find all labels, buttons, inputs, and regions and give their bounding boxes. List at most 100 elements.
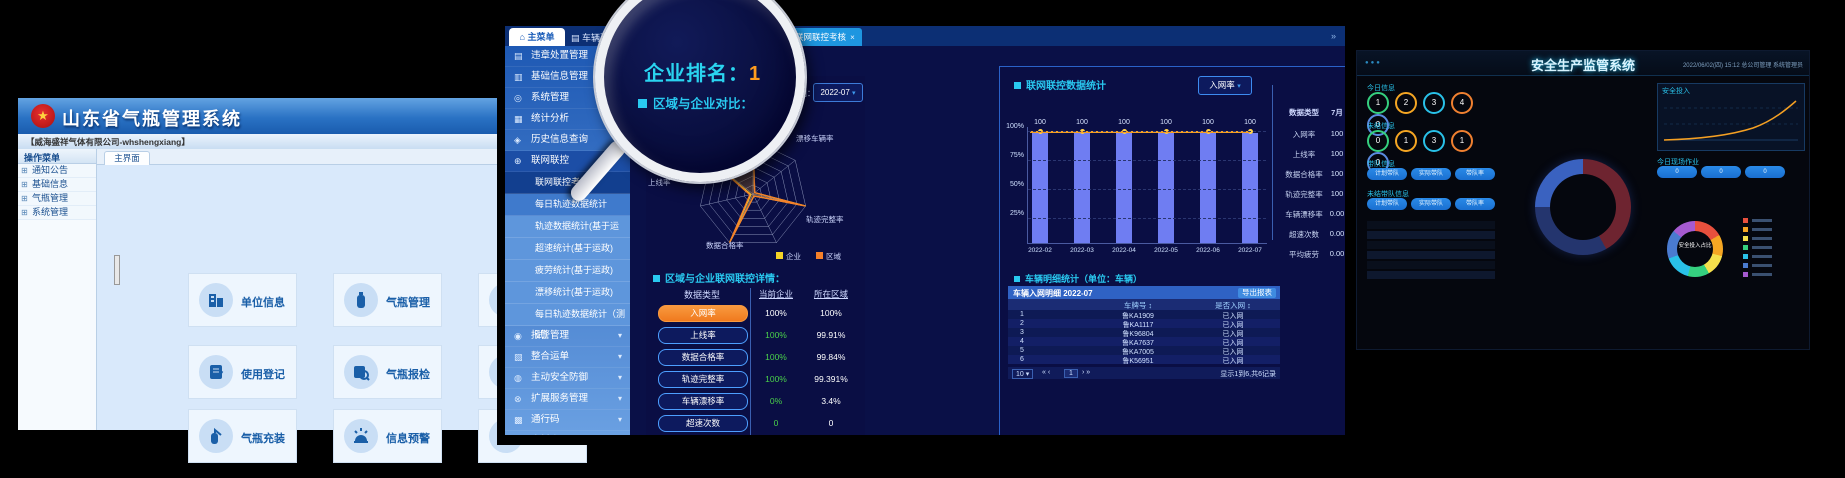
card-register[interactable]: 使用登记 xyxy=(188,345,297,399)
metric-button-数据合格率[interactable]: 数据合格率 xyxy=(658,349,748,366)
chevron-down-icon[interactable]: ▾ xyxy=(618,410,622,430)
bar-value-label: 100 xyxy=(1154,119,1178,126)
card-cylinder[interactable]: 气瓶管理 xyxy=(333,273,442,327)
sidebar-item-通行码[interactable]: ▩通行码▾ xyxy=(505,410,630,431)
pill-button[interactable]: 0 xyxy=(1745,166,1785,178)
pill-button[interactable]: 实际带队 xyxy=(1411,198,1451,210)
row-index: 1 xyxy=(1012,311,1032,318)
detail-col-region: 所在区域 xyxy=(800,288,862,300)
chevron-down-icon[interactable]: ▾ xyxy=(618,347,622,367)
detail-region-value: 3.4% xyxy=(800,396,862,406)
sidebar-subitem-超速统计(基于运政)[interactable]: 超速统计(基于运政) xyxy=(505,238,630,260)
export-button[interactable]: 导出报表 xyxy=(1238,288,1276,298)
metric-button-车辆漂移率[interactable]: 车辆漂移率 xyxy=(658,393,748,410)
invest-ratio-donut: 安全投入占比 xyxy=(1667,221,1723,277)
card-label: 使用登记 xyxy=(241,366,285,382)
bar-value-label: 100 xyxy=(1238,119,1262,126)
lead-pills: 计划带队实际带队带队率 xyxy=(1367,168,1507,181)
table-row[interactable]: 4鲁KA7637已入网 xyxy=(1008,337,1280,346)
menu-header: 操作菜单 xyxy=(18,149,96,164)
pill-button[interactable]: 带队率 xyxy=(1455,198,1495,210)
tab-main[interactable]: 主界面 xyxy=(104,151,150,165)
metric-dropdown[interactable]: 入网率 ▾ xyxy=(1198,76,1252,95)
sidebar-subitem-联网联控考核[interactable]: 联网联控考核 xyxy=(505,172,630,194)
sidebar-menu-item[interactable]: ⊞气瓶管理 xyxy=(18,192,96,206)
sidebar-subitem-漂移统计(基于运政)[interactable]: 漂移统计(基于运政) xyxy=(505,282,630,304)
metric-button-超速次数[interactable]: 超速次数 xyxy=(658,415,748,432)
expand-plus-icon[interactable]: ⊞ xyxy=(21,178,28,191)
pill-button[interactable]: 计划带队 xyxy=(1367,168,1407,180)
page-size-select[interactable]: 10 ▾ xyxy=(1012,369,1033,379)
detail-col-company: 当前企业 xyxy=(754,288,798,300)
card-alert[interactable]: 信息预警 xyxy=(333,409,442,463)
ring-gauge: 4 xyxy=(1451,92,1473,114)
sidebar-menu-item[interactable]: ⊞基础信息 xyxy=(18,178,96,192)
pill-button[interactable]: 带队率 xyxy=(1455,168,1495,180)
table-row[interactable]: 3鲁K96804已入网 xyxy=(1008,328,1280,337)
query-date-dropdown[interactable]: 2022-07 ▾ xyxy=(813,83,863,102)
metric-button-入网率[interactable]: 入网率 xyxy=(658,305,748,322)
legend-bar xyxy=(1752,264,1772,267)
pager-prev-icons[interactable]: « ‹ xyxy=(1042,369,1050,376)
month-cell: 100 xyxy=(1317,169,1345,178)
sidebar-menu-item[interactable]: ⊞通知公告 xyxy=(18,164,96,178)
sidebar-item-整合运单[interactable]: ▧整合运单▾ xyxy=(505,347,630,368)
pill-button[interactable]: 0 xyxy=(1701,166,1741,178)
legend-company-label: 企业 xyxy=(786,251,801,262)
detail-region-value: 99.91% xyxy=(800,330,862,340)
cylinder-icon xyxy=(344,283,378,317)
card-inspect[interactable]: 气瓶报检 xyxy=(333,345,442,399)
chevron-down-icon[interactable]: ▾ xyxy=(618,326,622,346)
chevron-down-icon[interactable]: ▾ xyxy=(618,389,622,409)
card-filling[interactable]: 气瓶充装 xyxy=(188,409,297,463)
stats-panel: 联网联控数据统计 入网率 ▾ 1002022-021002022-0310020… xyxy=(999,66,1345,435)
bar-value-label: 100 xyxy=(1112,119,1136,126)
detail-company-value: 100% xyxy=(754,330,798,340)
y-tick-label: 75% xyxy=(1000,152,1024,159)
chevron-down-icon[interactable]: ▾ xyxy=(618,431,622,435)
vehicle-table-colheader: 车牌号 ↕ 是否入网 ↕ xyxy=(1008,299,1280,310)
home-menu-tab[interactable]: ⌂ 主菜单 xyxy=(509,28,565,46)
pill-button[interactable]: 计划带队 xyxy=(1367,198,1407,210)
pill-button[interactable]: 实际带队 xyxy=(1411,168,1451,180)
splitter-handle[interactable] xyxy=(114,255,120,285)
chevron-down-icon[interactable]: ▾ xyxy=(618,368,622,388)
menu-icon: ▣ xyxy=(514,431,523,435)
register-icon xyxy=(199,355,233,389)
sidebar-subitem-每日轨迹数据统计[interactable]: 每日轨迹数据统计 xyxy=(505,194,630,216)
card-building[interactable]: 单位信息 xyxy=(188,273,297,327)
sidebar-item-主动安全防御[interactable]: ◍主动安全防御▾ xyxy=(505,368,630,389)
mini-table-row xyxy=(1367,221,1495,229)
pill-button[interactable]: 0 xyxy=(1657,166,1697,178)
table-row[interactable]: 2鲁KA1117已入网 xyxy=(1008,319,1280,328)
table-row[interactable]: 1鲁KA1909已入网 xyxy=(1008,310,1280,319)
menu-icon: ⊕ xyxy=(514,151,522,171)
expand-plus-icon[interactable]: ⊞ xyxy=(21,164,28,177)
metric-button-上线率[interactable]: 上线率 xyxy=(658,327,748,344)
sidebar-item-扩展服务管理[interactable]: ⊗扩展服务管理▾ xyxy=(505,389,630,410)
sidebar-menu-item[interactable]: ⊞系统管理 xyxy=(18,206,96,220)
legend-swatch xyxy=(1743,263,1748,268)
table-row[interactable]: 5鲁KA7005已入网 xyxy=(1008,346,1280,355)
menu-icon: ▤ xyxy=(514,46,523,66)
section-bullet-icon xyxy=(638,99,647,108)
pager-next-icons[interactable]: › » xyxy=(1082,369,1090,376)
table-row[interactable]: 6鲁K56951已入网 xyxy=(1008,355,1280,364)
plate-number: 鲁K56951 xyxy=(1088,356,1188,366)
sidebar-item-资料库[interactable]: ▣资料库▾ xyxy=(505,431,630,435)
metric-button-轨迹完整率[interactable]: 轨迹完整率 xyxy=(658,371,748,388)
card-label: 单位信息 xyxy=(241,294,285,310)
sidebar-subitem-每日轨迹数据统计（测试）[interactable]: 每日轨迹数据统计（测试） xyxy=(505,304,630,326)
sidebar-subitem-疲劳统计(基于运政)[interactable]: 疲劳统计(基于运政) xyxy=(505,260,630,282)
legend-swatch xyxy=(1743,218,1748,223)
legend-company-swatch xyxy=(776,252,783,259)
chevron-right-icon[interactable]: » xyxy=(1331,31,1336,41)
page-number[interactable]: 1 xyxy=(1064,369,1078,378)
close-icon[interactable]: × xyxy=(850,33,855,42)
expand-plus-icon[interactable]: ⊞ xyxy=(21,206,28,219)
radar-label-drift: 漂移车辆率 xyxy=(796,133,834,144)
sidebar-subitem-轨迹数据统计(基于运政)[interactable]: 轨迹数据统计(基于运政) xyxy=(505,216,630,238)
expand-plus-icon[interactable]: ⊞ xyxy=(21,192,28,205)
sidebar-item-报警管理[interactable]: ◉报警管理▾ xyxy=(505,326,630,347)
company-bar: 【威海盛祥气体有限公司-whshengxiang】 xyxy=(18,134,520,150)
